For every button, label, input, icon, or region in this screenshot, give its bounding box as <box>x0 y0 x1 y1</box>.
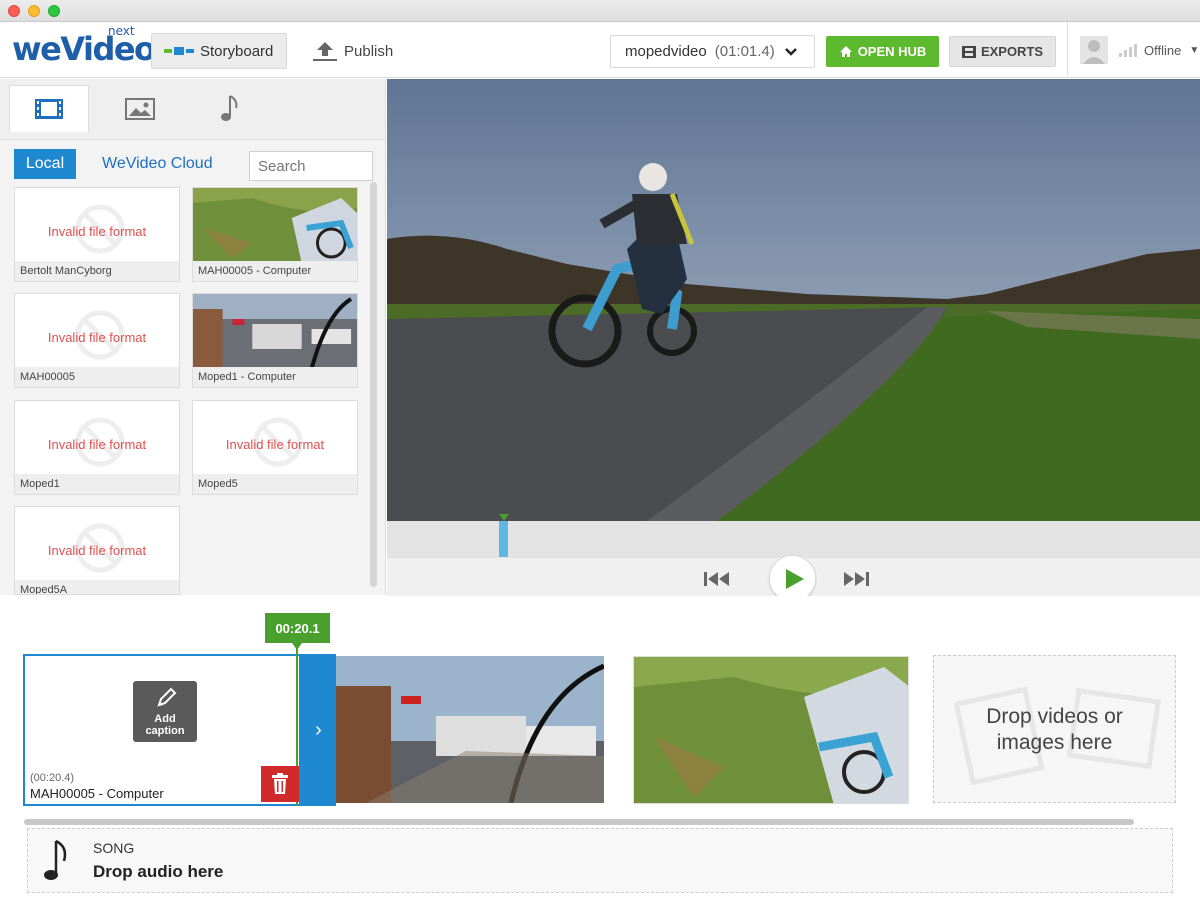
music-note-icon <box>44 839 67 880</box>
user-status: Offline <box>1144 42 1182 58</box>
image-icon <box>125 97 155 120</box>
clip-thumbnail <box>336 656 604 803</box>
tab-video[interactable] <box>9 85 89 132</box>
storyboard-label: Storyboard <box>200 42 274 60</box>
source-local-tab[interactable]: Local <box>14 149 76 179</box>
caret-down-icon: ▼ <box>1189 44 1200 56</box>
app-header: weVideo next Storyboard Publish mopedvid… <box>0 22 1200 78</box>
media-item-name: MAH00005 - Computer <box>193 261 357 281</box>
close-window-button[interactable] <box>8 5 20 17</box>
window-titlebar <box>0 0 1200 22</box>
chevron-right-icon: › <box>315 718 322 741</box>
tab-audio[interactable] <box>190 85 270 132</box>
media-item-name: Moped5A <box>15 580 179 594</box>
playhead-marker <box>499 514 509 521</box>
clip-duration: (00:20.4) <box>30 772 75 784</box>
minimize-window-button[interactable] <box>28 5 40 17</box>
open-hub-label: OPEN HUB <box>857 44 927 59</box>
skip-back-icon[interactable] <box>704 571 730 587</box>
project-duration: (01:01.4) <box>714 43 775 60</box>
open-hub-button[interactable]: OPEN HUB <box>826 36 939 67</box>
invalid-format-text: Invalid file format <box>47 543 147 558</box>
storyboard-button[interactable]: Storyboard <box>151 33 287 69</box>
drop-audio-text: Drop audio here <box>93 862 224 881</box>
song-label: SONG <box>93 840 135 856</box>
audio-drop-zone[interactable] <box>27 828 1173 893</box>
maximize-window-button[interactable] <box>48 5 60 17</box>
publish-label: Publish <box>344 42 394 60</box>
tab-images[interactable] <box>100 85 180 132</box>
project-name: mopedvideo <box>625 43 707 60</box>
media-item-name: Bertolt ManCyborg <box>15 261 179 281</box>
media-item-name: Moped1 - Computer <box>193 367 357 387</box>
media-item[interactable]: MAH00005 - Computer <box>192 187 358 282</box>
storyboard-icon <box>164 47 194 55</box>
media-item[interactable]: Invalid file format Moped1 <box>14 400 180 495</box>
media-item[interactable]: Invalid file format Bertolt ManCyborg <box>14 187 180 282</box>
clip-trim-handle[interactable]: › <box>301 654 336 806</box>
signal-icon <box>1119 44 1137 57</box>
media-item-name: MAH00005 <box>15 367 179 387</box>
preview-playhead[interactable] <box>499 521 508 557</box>
media-scrollbar[interactable] <box>370 182 377 587</box>
chevron-down-icon <box>784 47 797 56</box>
media-item[interactable]: Invalid file format Moped5A <box>14 506 180 595</box>
skip-forward-icon[interactable] <box>843 571 869 587</box>
media-item[interactable]: Invalid file format Moped5 <box>192 400 358 495</box>
avatar-icon <box>1080 36 1108 64</box>
play-icon <box>786 569 804 589</box>
video-preview[interactable] <box>387 79 1200 521</box>
drop-videos-line-2: images here <box>996 731 1113 754</box>
timeline-clip[interactable] <box>633 656 909 804</box>
video-drop-zone[interactable]: Drop videos or images here <box>933 655 1176 803</box>
invalid-format-text: Invalid file format <box>47 224 147 239</box>
add-caption-button[interactable]: Add caption <box>133 681 197 742</box>
play-button[interactable] <box>769 555 816 602</box>
publish-button[interactable]: Publish <box>312 33 393 69</box>
trash-icon <box>272 773 288 794</box>
drop-videos-text: Drop videos or images here <box>934 704 1175 756</box>
source-cloud-tab[interactable]: WeVideo Cloud <box>102 149 213 179</box>
media-item-name: Moped1 <box>15 474 179 494</box>
preview-frame <box>387 79 1200 521</box>
music-note-icon <box>221 94 238 121</box>
timeline-time-badge: 00:20.1 <box>265 613 330 643</box>
delete-clip-button[interactable] <box>261 766 299 802</box>
project-selector[interactable]: mopedvideo (01:01.4) <box>610 35 815 68</box>
home-icon <box>839 46 852 57</box>
clip-thumbnail <box>193 188 357 263</box>
media-item[interactable]: Invalid file format MAH00005 <box>14 293 180 388</box>
caption-label-1: Add <box>154 713 176 725</box>
media-item-name: Moped5 <box>193 474 357 494</box>
media-item[interactable]: Moped1 - Computer <box>192 293 358 388</box>
exports-label: EXPORTS <box>980 44 1044 59</box>
timeline-clip[interactable] <box>336 656 604 803</box>
caption-label-2: caption <box>145 725 185 737</box>
invalid-format-text: Invalid file format <box>225 437 325 452</box>
search-input[interactable] <box>249 151 373 181</box>
clip-name: MAH00005 - Computer <box>30 786 164 801</box>
pencil-icon <box>157 687 177 707</box>
drop-videos-line-1: Drop videos or <box>986 705 1123 728</box>
media-type-tabs <box>0 79 385 140</box>
clip-thumbnail <box>193 294 357 369</box>
upload-icon <box>313 42 337 61</box>
invalid-format-text: Invalid file format <box>47 437 147 452</box>
film-icon <box>35 99 63 119</box>
film-icon <box>961 45 976 58</box>
wevideo-logo[interactable]: weVideo next <box>12 24 156 68</box>
user-menu[interactable]: Offline ▼ <box>1067 22 1200 78</box>
clip-thumbnail <box>634 657 908 803</box>
scrub-bar[interactable] <box>387 521 1200 557</box>
logo-badge: next <box>108 24 135 38</box>
invalid-format-text: Invalid file format <box>47 330 147 345</box>
timeline-scrollbar[interactable] <box>24 819 1134 825</box>
exports-button[interactable]: EXPORTS <box>949 36 1056 67</box>
